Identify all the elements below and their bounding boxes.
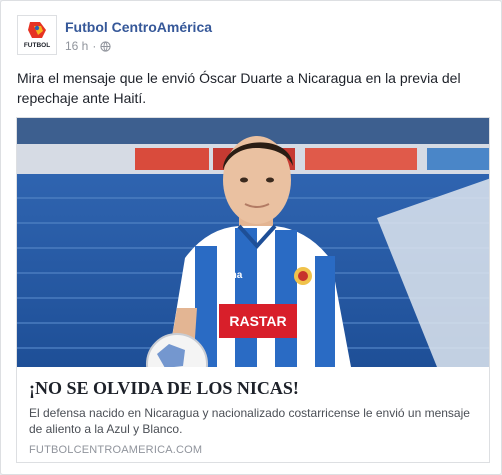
futbol-logo-icon: FUTBOL [18,16,56,54]
link-attachment[interactable]: RASTAR joma ¡NO SE OLVIDA DE LOS NICAS! … [16,117,490,463]
svg-text:RASTAR: RASTAR [229,313,286,329]
post-header: FUTBOL Futbol CentroAmérica 16 h · [17,15,489,59]
link-domain: FUTBOLCENTROAMERICA.COM [29,444,203,456]
page-name-link[interactable]: Futbol CentroAmérica [65,19,212,35]
post-card: FUTBOL Futbol CentroAmérica 16 h · Mira … [0,0,502,475]
post-message: Mira el mensaje que le envió Óscar Duart… [17,70,461,106]
globe-icon[interactable] [100,40,111,52]
svg-text:joma: joma [218,270,243,281]
post-timestamp[interactable]: 16 h [65,39,88,53]
link-description: El defensa nacido en Nicaragua y naciona… [29,406,470,436]
svg-text:FUTBOL: FUTBOL [24,42,50,49]
link-preview-info[interactable]: ¡NO SE OLVIDA DE LOS NICAS! El defensa n… [17,367,489,462]
post-meta: 16 h · [65,39,111,53]
page-avatar[interactable]: FUTBOL [17,15,57,55]
meta-separator: · [92,39,97,53]
player-photo[interactable]: RASTAR joma [17,118,490,367]
link-title[interactable]: ¡NO SE OLVIDA DE LOS NICAS! [29,377,479,399]
